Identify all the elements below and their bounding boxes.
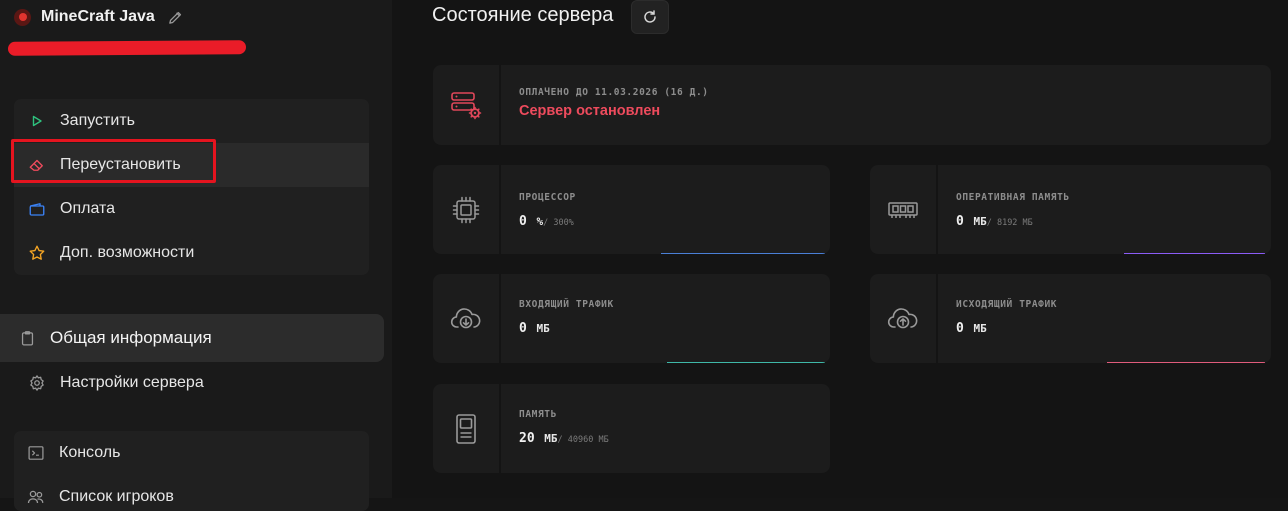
server-status-dot: [14, 8, 31, 26]
stat-value: 20: [519, 431, 535, 446]
stat-unit: МБ: [536, 322, 550, 335]
menu-item-label: Настройки сервера: [60, 374, 204, 391]
gear-icon: [28, 374, 46, 392]
eraser-icon: [28, 156, 46, 174]
stat-unit: МБ: [973, 215, 987, 228]
ram-card: ОПЕРАТИВНАЯ ПАМЯТЬ 0 МБ/ 8192 МБ: [870, 165, 1271, 254]
outgoing-traffic-card: ИСХОДЯЩИЙ ТРАФИК 0 МБ: [870, 274, 1271, 363]
server-header: MineCraft Java: [14, 8, 185, 26]
ram-usage-bar: [1124, 253, 1265, 254]
stat-value: 0: [519, 321, 527, 336]
disk-icon: [454, 413, 478, 445]
terminal-icon: [27, 444, 45, 462]
star-icon: [28, 244, 46, 262]
stat-label: ОПЕРАТИВНАЯ ПАМЯТЬ: [956, 192, 1070, 203]
stat-value: 0: [956, 321, 964, 336]
refresh-button[interactable]: [631, 0, 669, 34]
stat-max: / 8192 МБ: [986, 218, 1033, 228]
server-settings-icon: [449, 89, 483, 121]
cpu-usage-bar: [661, 253, 825, 254]
outgoing-traffic-bar: [1107, 362, 1265, 363]
menu-item-label: Запустить: [60, 112, 135, 129]
ram-icon: [887, 198, 919, 222]
menu-item-label: Оплата: [60, 200, 116, 217]
incoming-traffic-bar: [667, 362, 825, 363]
menu-item-extras[interactable]: Доп. возможности: [14, 231, 369, 275]
users-icon: [27, 488, 45, 506]
sidebar: MineCraft Java Запустить Переустановить …: [0, 0, 392, 511]
wallet-icon: [28, 200, 46, 218]
stat-label: ВХОДЯЩИЙ ТРАФИК: [519, 299, 614, 310]
play-icon: [28, 112, 46, 130]
menu-item-label: Общая информация: [50, 328, 212, 347]
cloud-download-icon: [450, 306, 482, 332]
server-status-card: ОПЛАЧЕНО ДО 11.03.2026 (16 Д.) Сервер ос…: [433, 65, 1271, 145]
stat-label: ПАМЯТЬ: [519, 409, 557, 420]
menu-item-payment[interactable]: Оплата: [14, 187, 369, 231]
pencil-icon[interactable]: [167, 8, 185, 26]
redacted-address-mark: [7, 40, 247, 56]
menu-item-server-settings[interactable]: Настройки сервера: [14, 362, 369, 404]
incoming-traffic-card: ВХОДЯЩИЙ ТРАФИК 0 МБ: [433, 274, 830, 363]
menu-item-label: Консоль: [59, 444, 121, 461]
stat-max: / 40960 МБ: [557, 435, 609, 445]
stat-value: 0: [519, 214, 527, 229]
refresh-icon: [642, 9, 658, 25]
menu-item-players[interactable]: Список игроков: [14, 475, 369, 511]
server-name: MineCraft Java: [41, 8, 155, 25]
cpu-icon: [451, 195, 481, 225]
menu-item-overview[interactable]: Общая информация: [0, 314, 384, 362]
stat-max: / 300%: [543, 218, 574, 228]
stat-value: 0: [956, 214, 964, 229]
server-tools-menu: Консоль Список игроков: [14, 431, 369, 511]
clipboard-icon: [18, 329, 36, 347]
stat-label: ИСХОДЯЩИЙ ТРАФИК: [956, 299, 1058, 310]
disk-card: ПАМЯТЬ 20 МБ/ 40960 МБ: [433, 384, 830, 473]
server-status-text: Сервер остановлен: [519, 103, 661, 119]
menu-item-console[interactable]: Консоль: [14, 431, 369, 475]
stat-label: ПРОЦЕССОР: [519, 192, 576, 203]
menu-item-label: Список игроков: [59, 488, 174, 505]
page-title: Состояние сервера: [432, 4, 614, 26]
server-actions-menu: Запустить Переустановить Оплата Доп. воз…: [14, 99, 369, 275]
menu-item-label: Переустановить: [60, 156, 181, 173]
menu-item-reinstall[interactable]: Переустановить: [14, 143, 369, 187]
menu-item-start[interactable]: Запустить: [14, 99, 369, 143]
cloud-upload-icon: [887, 306, 919, 332]
cpu-card: ПРОЦЕССОР 0 %/ 300%: [433, 165, 830, 254]
paid-until-label: ОПЛАЧЕНО ДО 11.03.2026 (16 Д.): [519, 87, 709, 98]
stat-unit: МБ: [973, 322, 987, 335]
stat-unit: МБ: [544, 432, 558, 445]
menu-item-label: Доп. возможности: [60, 244, 195, 261]
